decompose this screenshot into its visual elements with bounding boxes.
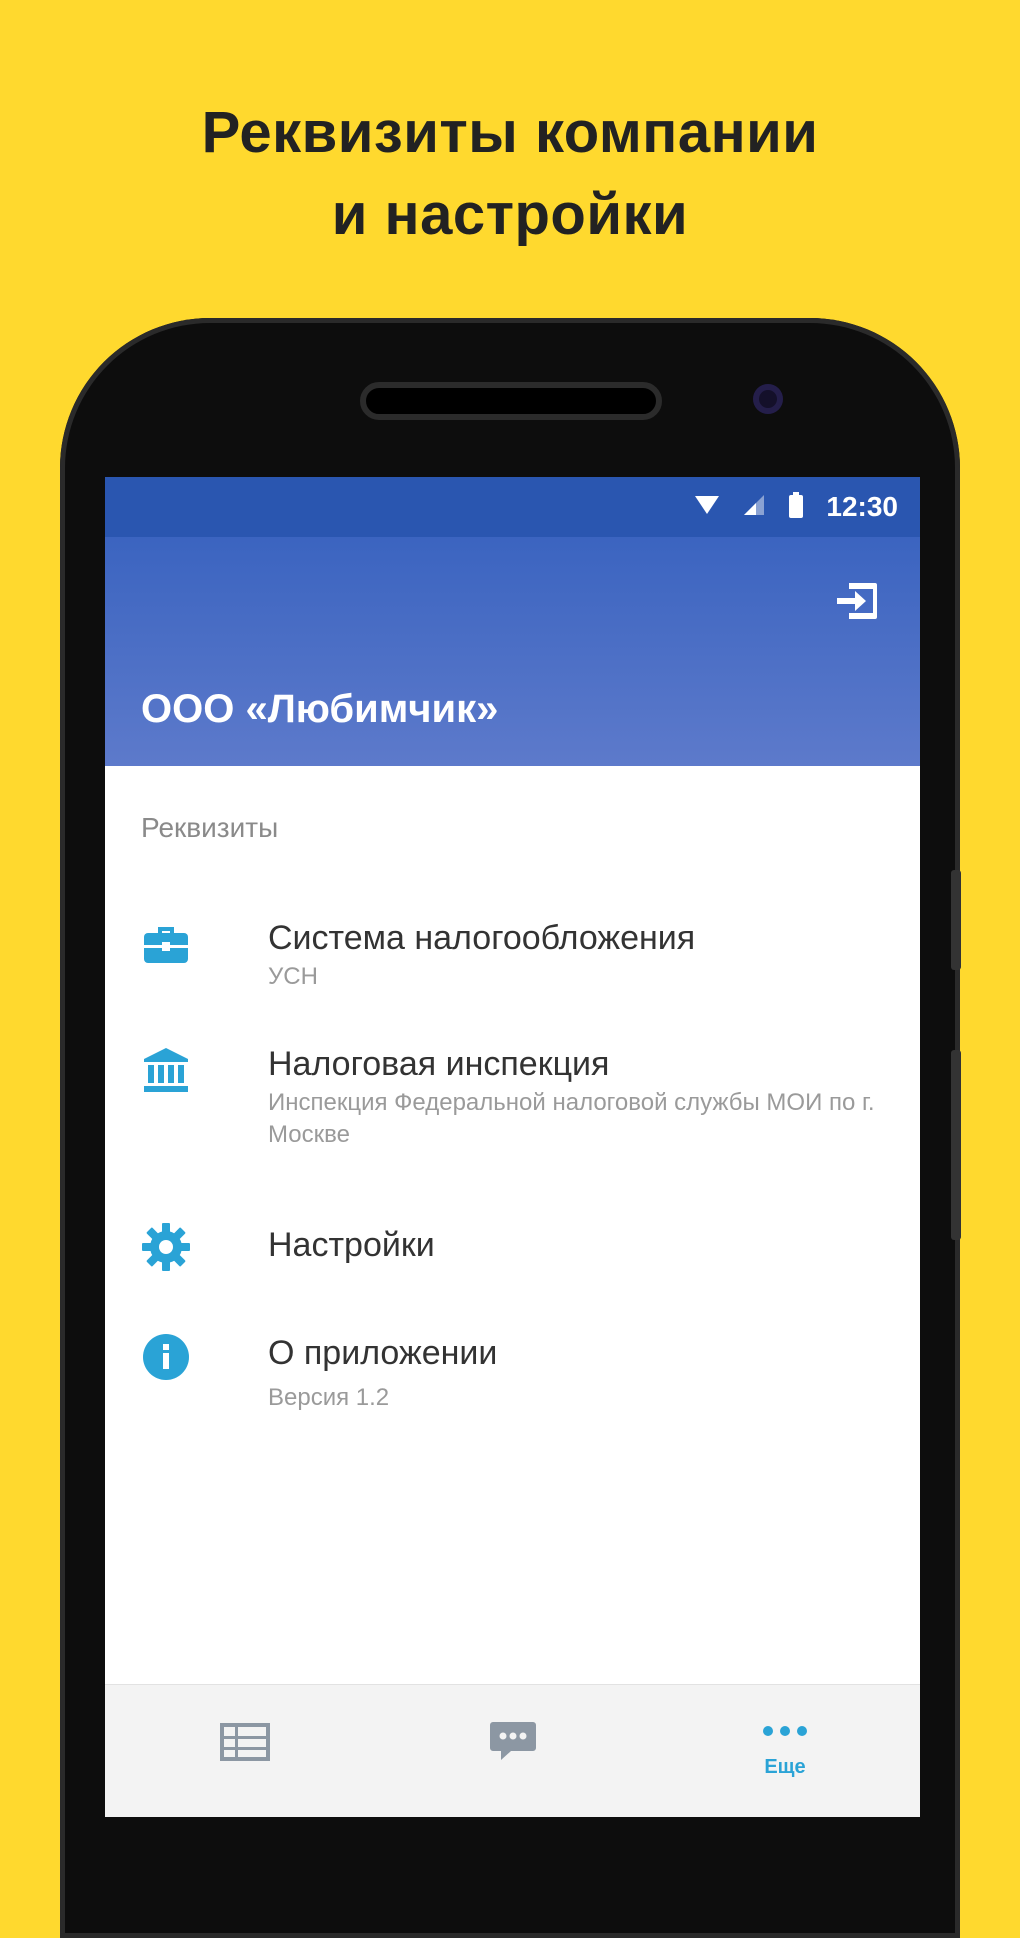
nav-tab-more[interactable]: Еще bbox=[685, 1685, 885, 1817]
volume-button bbox=[951, 870, 961, 970]
menu-title: О приложении bbox=[268, 1334, 498, 1372]
app-bar: ООО «Любимчик» bbox=[105, 537, 920, 766]
nav-tab-label: Еще bbox=[764, 1756, 806, 1778]
nav-tab-chat[interactable] bbox=[413, 1685, 613, 1817]
exit-icon bbox=[835, 579, 881, 628]
phone-camera bbox=[753, 384, 783, 414]
wifi-icon bbox=[694, 494, 720, 521]
company-name: ООО «Любимчик» bbox=[141, 687, 499, 731]
info-icon bbox=[141, 1332, 191, 1382]
menu-item-tax-system[interactable]: Система налогообложения УСН bbox=[105, 917, 920, 1017]
bottom-navigation: Еще bbox=[105, 1684, 920, 1817]
promo-title-line-1: Реквизиты компании bbox=[201, 100, 819, 165]
bank-icon bbox=[141, 1045, 191, 1095]
section-header: Реквизиты bbox=[141, 812, 279, 843]
menu-subtitle: Инспекция Федеральной налоговой службы М… bbox=[268, 1089, 875, 1148]
menu-title: Настройки bbox=[268, 1226, 435, 1264]
chat-icon bbox=[489, 1720, 537, 1769]
app-screen: 12:30 ООО «Любимчик» Реквизиты Система н… bbox=[105, 477, 920, 1817]
nav-tab-list[interactable] bbox=[145, 1685, 345, 1817]
menu-text: Система налогообложения УСН bbox=[268, 917, 888, 993]
more-icon bbox=[761, 1724, 809, 1742]
promo-title: Реквизиты компании и настройки bbox=[0, 92, 1020, 256]
signal-icon bbox=[742, 493, 766, 522]
status-bar: 12:30 bbox=[105, 477, 920, 537]
menu-item-settings[interactable]: Настройки bbox=[105, 1222, 920, 1312]
menu-text: Налоговая инспекция Инспекция Федерально… bbox=[268, 1043, 888, 1151]
gear-icon bbox=[141, 1222, 191, 1272]
menu-item-about[interactable]: О приложении Версия 1.2 bbox=[105, 1332, 920, 1442]
battery-icon bbox=[788, 491, 804, 523]
briefcase-icon bbox=[141, 919, 191, 969]
status-time: 12:30 bbox=[826, 491, 898, 522]
menu-title: Налоговая инспекция bbox=[268, 1045, 610, 1083]
exit-button[interactable] bbox=[832, 577, 884, 629]
menu-subtitle: Версия 1.2 bbox=[268, 1384, 390, 1411]
menu-text: Настройки bbox=[268, 1224, 888, 1266]
menu-text: О приложении Версия 1.2 bbox=[268, 1332, 888, 1414]
menu-subtitle: УСН bbox=[268, 963, 318, 990]
list-icon bbox=[220, 1723, 270, 1766]
power-button bbox=[951, 1050, 961, 1240]
menu-item-tax-office[interactable]: Налоговая инспекция Инспекция Федерально… bbox=[105, 1043, 920, 1183]
promo-title-line-2: и настройки bbox=[331, 182, 689, 247]
menu-title: Система налогообложения bbox=[268, 919, 696, 957]
phone-speaker bbox=[360, 382, 662, 420]
